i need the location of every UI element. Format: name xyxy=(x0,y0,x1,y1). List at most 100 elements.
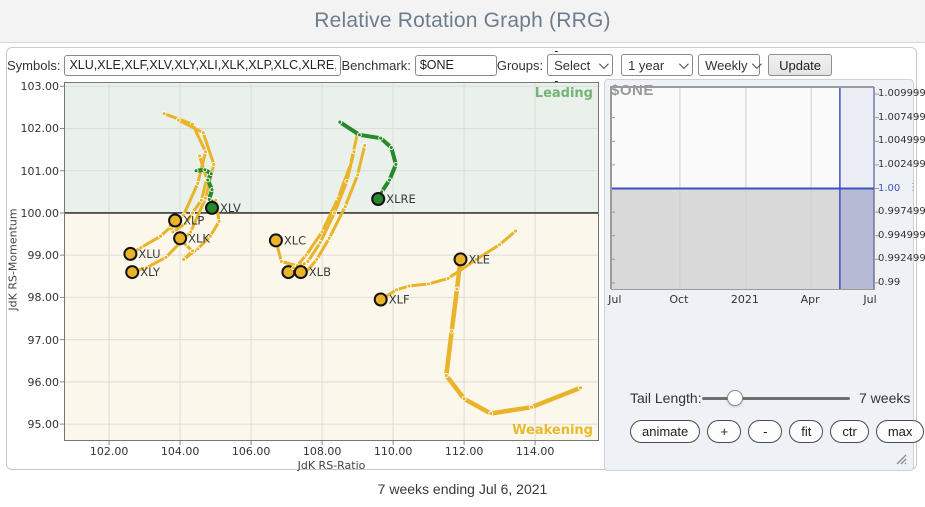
quadrant-label-weakening: Weakening xyxy=(512,423,593,438)
rrg-marker-XLU[interactable] xyxy=(124,248,136,260)
rrg-marker-XLE[interactable] xyxy=(455,253,467,265)
selected-range-upper xyxy=(840,87,875,189)
update-button[interactable]: Update xyxy=(768,54,832,76)
rrg-marker-XLV[interactable] xyxy=(206,202,218,214)
animate-button[interactable]: animate xyxy=(630,420,700,443)
rrg-marker-label: XLRE xyxy=(386,192,416,206)
trail-point xyxy=(198,154,202,158)
benchmark-panel: $ONE 1.00999991.00749991.00499991.002499… xyxy=(604,79,914,471)
rrg-marker-XLY[interactable] xyxy=(126,266,138,278)
trail-point xyxy=(279,260,283,264)
trail-point xyxy=(394,162,398,166)
slider-handle[interactable] xyxy=(727,390,743,406)
trail-point xyxy=(210,188,214,192)
x-tick-label: 112.00 xyxy=(445,445,484,458)
trail-point xyxy=(191,249,195,253)
groups-select-value: - Select - xyxy=(554,43,594,88)
trail-point xyxy=(207,197,211,201)
benchmark-y-tick-label: 1.0099999 xyxy=(878,88,918,99)
benchmark-y-tick-label: 0.9974999 xyxy=(878,206,918,217)
benchmark-x-tick-label: Apr xyxy=(801,293,820,306)
rrg-marker-label: XLB xyxy=(309,265,331,279)
trail-point xyxy=(407,284,411,288)
trail-point xyxy=(199,198,203,202)
tail-length-slider[interactable] xyxy=(702,397,850,400)
x-axis-title: JdK RS-Ratio xyxy=(64,459,599,472)
rrg-marker-XLC[interactable] xyxy=(270,234,282,246)
period-select[interactable]: 1 year xyxy=(621,54,693,76)
trail-point xyxy=(343,205,347,209)
trail-point xyxy=(357,133,361,137)
interval-select-value: Weekly xyxy=(705,58,747,73)
trail-point xyxy=(159,234,163,238)
trail-point xyxy=(304,253,308,257)
rrg-marker-label: XLP xyxy=(183,214,204,228)
trail-point xyxy=(427,282,431,286)
tail-length-row: Tail Length: 7 weeks xyxy=(605,388,913,408)
rrg-marker-label: XLF xyxy=(389,293,410,307)
period-select-value: 1 year xyxy=(628,58,664,73)
footer-caption: 7 weeks ending Jul 6, 2021 xyxy=(0,481,925,497)
x-tick-label: 106.00 xyxy=(232,445,271,458)
trail-point xyxy=(338,120,342,124)
x-tick-label: 102.00 xyxy=(90,445,129,458)
rrg-marker-XLB[interactable] xyxy=(295,266,307,278)
symbols-input[interactable] xyxy=(64,55,341,76)
rrg-chart-canvas[interactable]: XLUXLYXLPXLKXLVXLCXLBXLREXLFXLELeadingWe… xyxy=(64,82,599,441)
benchmark-y-tick-label: 0.99 xyxy=(878,277,918,288)
benchmark-area-fill xyxy=(611,189,875,291)
trail-point xyxy=(206,178,210,182)
trail-point xyxy=(363,143,367,147)
benchmark-x-tick-label: Oct xyxy=(669,293,688,306)
trail-point xyxy=(182,257,186,261)
fit-button[interactable]: fit xyxy=(789,420,823,443)
x-tick-label: 108.00 xyxy=(303,445,342,458)
chart-buttons: animate +-fitctrmax xyxy=(630,420,924,443)
groups-select[interactable]: - Select - xyxy=(547,54,613,76)
trail-point xyxy=(217,219,221,223)
rrg-marker-XLP[interactable] xyxy=(169,215,181,227)
y-tick-label: 98.00 xyxy=(11,291,59,304)
max-button[interactable]: max xyxy=(876,420,925,443)
trail-point xyxy=(176,118,180,122)
y-tick-label: 101.00 xyxy=(11,165,59,178)
trail-point xyxy=(514,229,518,233)
y-tick-label: 95.00 xyxy=(11,418,59,431)
resize-handle-icon[interactable] xyxy=(894,452,907,465)
trail-point xyxy=(462,397,466,401)
benchmark-chart-canvas[interactable] xyxy=(610,86,874,289)
ctr-button[interactable]: ctr xyxy=(830,420,868,443)
rrg-marker-label: XLK xyxy=(188,231,210,245)
rrg-marker-XLF[interactable] xyxy=(375,294,387,306)
benchmark-y-tick-label: 0.9924999 xyxy=(878,253,918,264)
chevron-down-icon xyxy=(599,59,609,69)
benchmark-input[interactable] xyxy=(415,55,497,76)
zoom-in-button[interactable]: + xyxy=(707,420,741,443)
chevron-down-icon xyxy=(752,59,762,69)
trail-point xyxy=(203,168,207,172)
trail-point xyxy=(489,412,493,416)
rrg-marker-label: XLC xyxy=(284,233,306,247)
drag-dots-icon[interactable]: ⋮ xyxy=(908,182,917,193)
trail-point xyxy=(345,179,349,183)
benchmark-y-tick-label: 1.0074999 xyxy=(878,112,918,123)
benchmark-symbol-label: $ONE xyxy=(611,82,654,99)
trail-point xyxy=(379,136,383,140)
rrg-marker-XLK[interactable] xyxy=(174,232,186,244)
interval-select[interactable]: Weekly xyxy=(698,54,760,76)
rrg-marker-XLRE[interactable] xyxy=(372,193,384,205)
quadrant-label-leading: Leading xyxy=(535,86,593,101)
rrg-marker-label: XLU xyxy=(138,247,160,261)
trail-point xyxy=(171,230,175,234)
x-tick-label: 114.00 xyxy=(516,445,555,458)
trail-point xyxy=(201,131,205,135)
trail-point xyxy=(315,257,319,261)
title-bar: Relative Rotation Graph (RRG) xyxy=(0,0,925,43)
x-tick-label: 110.00 xyxy=(374,445,413,458)
symbols-label: Symbols: xyxy=(7,58,60,73)
trail-point xyxy=(204,150,208,154)
trail-point xyxy=(318,241,322,245)
page-title: Relative Rotation Graph (RRG) xyxy=(314,9,610,33)
zoom-out-button[interactable]: - xyxy=(748,420,782,443)
trail-point xyxy=(389,146,393,150)
